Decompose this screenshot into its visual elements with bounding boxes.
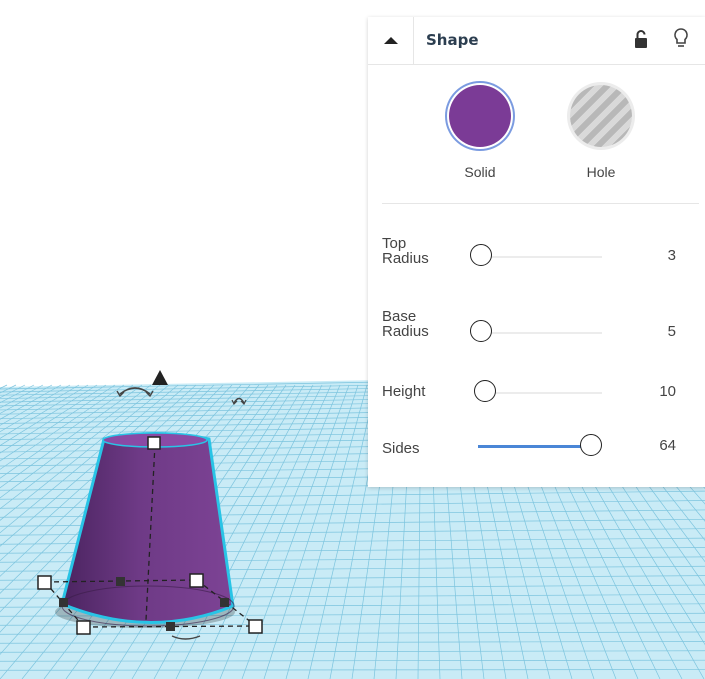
corner-handle — [37, 575, 52, 590]
slider-track — [478, 392, 602, 394]
slider-fill — [478, 445, 588, 448]
height-handle — [147, 436, 161, 450]
slider-knob[interactable] — [470, 320, 492, 342]
chevron-up-icon — [383, 37, 398, 44]
edge-handle — [220, 598, 229, 607]
property-value[interactable]: 64 — [659, 437, 676, 454]
property-row: Base Radius 5 — [382, 309, 692, 353]
property-row: Sides 64 — [382, 434, 692, 478]
property-slider[interactable] — [470, 244, 602, 270]
solid-color-swatch — [449, 85, 511, 147]
corner-handle — [76, 620, 91, 635]
collapse-panel-button[interactable] — [368, 17, 414, 64]
hole-swatch — [570, 85, 632, 147]
slider-track — [478, 256, 602, 258]
lift-handle-icon — [152, 370, 168, 385]
property-label: Top Radius — [382, 235, 429, 267]
edge-handle — [166, 622, 175, 631]
corner-handle — [189, 573, 204, 588]
property-slider[interactable] — [474, 380, 602, 406]
property-slider[interactable] — [470, 320, 602, 346]
solid-label: Solid — [464, 164, 496, 180]
property-value[interactable]: 10 — [659, 383, 676, 400]
hole-label: Hole — [586, 164, 616, 180]
slider-track — [478, 332, 602, 334]
property-label: Height — [382, 383, 426, 400]
slider-knob[interactable] — [474, 380, 497, 402]
lightbulb-icon[interactable] — [673, 27, 689, 55]
divider — [382, 203, 699, 204]
panel-header: Shape — [368, 17, 705, 65]
property-slider[interactable] — [478, 434, 602, 460]
solid-option[interactable]: Solid — [440, 85, 520, 185]
shape-inspector-panel: Shape Solid Hole Top Radius 3 Base Radius 5… — [368, 17, 705, 487]
property-value[interactable]: 5 — [668, 323, 676, 340]
edge-handle — [59, 598, 68, 607]
property-label: Sides — [382, 440, 420, 457]
unlock-icon[interactable] — [634, 29, 648, 53]
edge-handle — [116, 577, 125, 586]
property-row: Top Radius 3 — [382, 236, 692, 280]
property-value[interactable]: 3 — [668, 247, 676, 264]
property-label: Base Radius — [382, 308, 429, 340]
panel-title: Shape — [426, 31, 479, 49]
slider-knob[interactable] — [470, 244, 492, 266]
property-row: Height 10 — [382, 377, 692, 421]
slider-knob[interactable] — [580, 434, 602, 456]
hole-option[interactable]: Hole — [561, 85, 641, 185]
corner-handle — [248, 619, 263, 634]
